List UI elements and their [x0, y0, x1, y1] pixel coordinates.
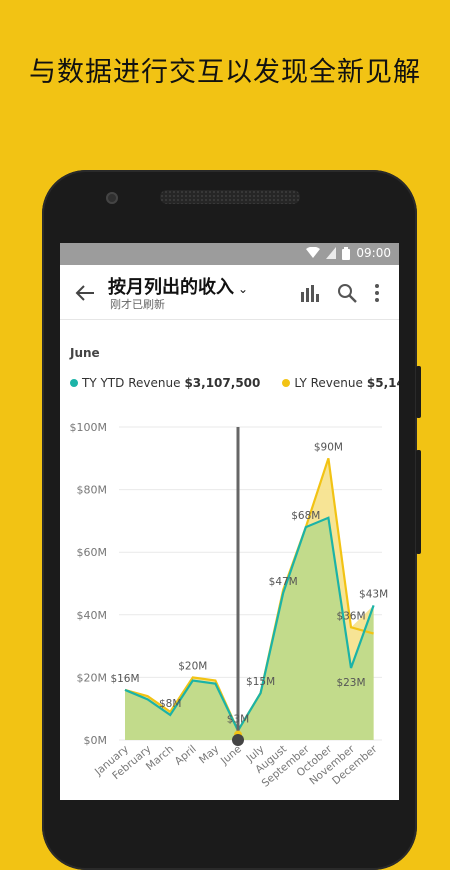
- y-tick-label: $60M: [77, 546, 108, 559]
- status-bar: 09:00: [60, 243, 399, 265]
- data-label: $16M: [110, 673, 139, 685]
- data-label: $3M: [227, 714, 249, 726]
- power-button: [416, 366, 421, 418]
- data-label: $15M: [246, 676, 275, 688]
- volume-button: [416, 450, 421, 554]
- y-tick-label: $20M: [77, 671, 108, 684]
- y-tick-label: $40M: [77, 609, 108, 622]
- data-label: $36M: [336, 610, 365, 622]
- promo-headline: 与数据进行交互以发现全新见解: [29, 57, 421, 88]
- data-label: $8M: [159, 698, 181, 710]
- speaker-grille: [160, 190, 300, 204]
- data-label: $20M: [178, 660, 207, 672]
- more-vert-icon[interactable]: [366, 282, 388, 304]
- x-tick-label: May: [197, 743, 221, 766]
- report-content: June TY YTD Revenue $3,107,500 LY Revenu…: [60, 320, 399, 800]
- refresh-status: 刚才已刷新: [110, 298, 165, 311]
- data-label: $23M: [336, 677, 365, 689]
- phone-screen: 09:00 按月列出的收入 ⌄ 刚才已刷新 June TY YTD Revenu…: [60, 243, 399, 800]
- report-title: 按月列出的收入: [108, 277, 234, 298]
- data-label: $68M: [291, 510, 320, 522]
- app-bar: 按月列出的收入 ⌄ 刚才已刷新: [60, 265, 399, 320]
- x-tick-label: April: [173, 743, 199, 768]
- clock: 09:00: [356, 246, 391, 260]
- data-label: $90M: [314, 441, 343, 453]
- data-label: $47M: [269, 576, 298, 588]
- revenue-area-chart[interactable]: $0M $20M $40M $60M $80M $100M $16M $8M $20M $3M $1…: [60, 320, 399, 800]
- back-arrow-icon[interactable]: [74, 282, 96, 304]
- wifi-icon: [306, 247, 321, 258]
- battery-icon: [342, 246, 351, 260]
- data-label: $43M: [359, 588, 388, 600]
- signal-icon: [326, 247, 337, 259]
- chevron-down-icon: ⌄: [238, 282, 249, 296]
- y-tick-label: $100M: [70, 421, 108, 434]
- bar-chart-icon[interactable]: [298, 282, 320, 304]
- x-tick-label: June: [218, 743, 244, 768]
- camera-icon: [106, 192, 118, 204]
- search-icon[interactable]: [336, 282, 358, 304]
- y-tick-label: $0M: [84, 734, 108, 747]
- y-tick-label: $80M: [77, 484, 108, 497]
